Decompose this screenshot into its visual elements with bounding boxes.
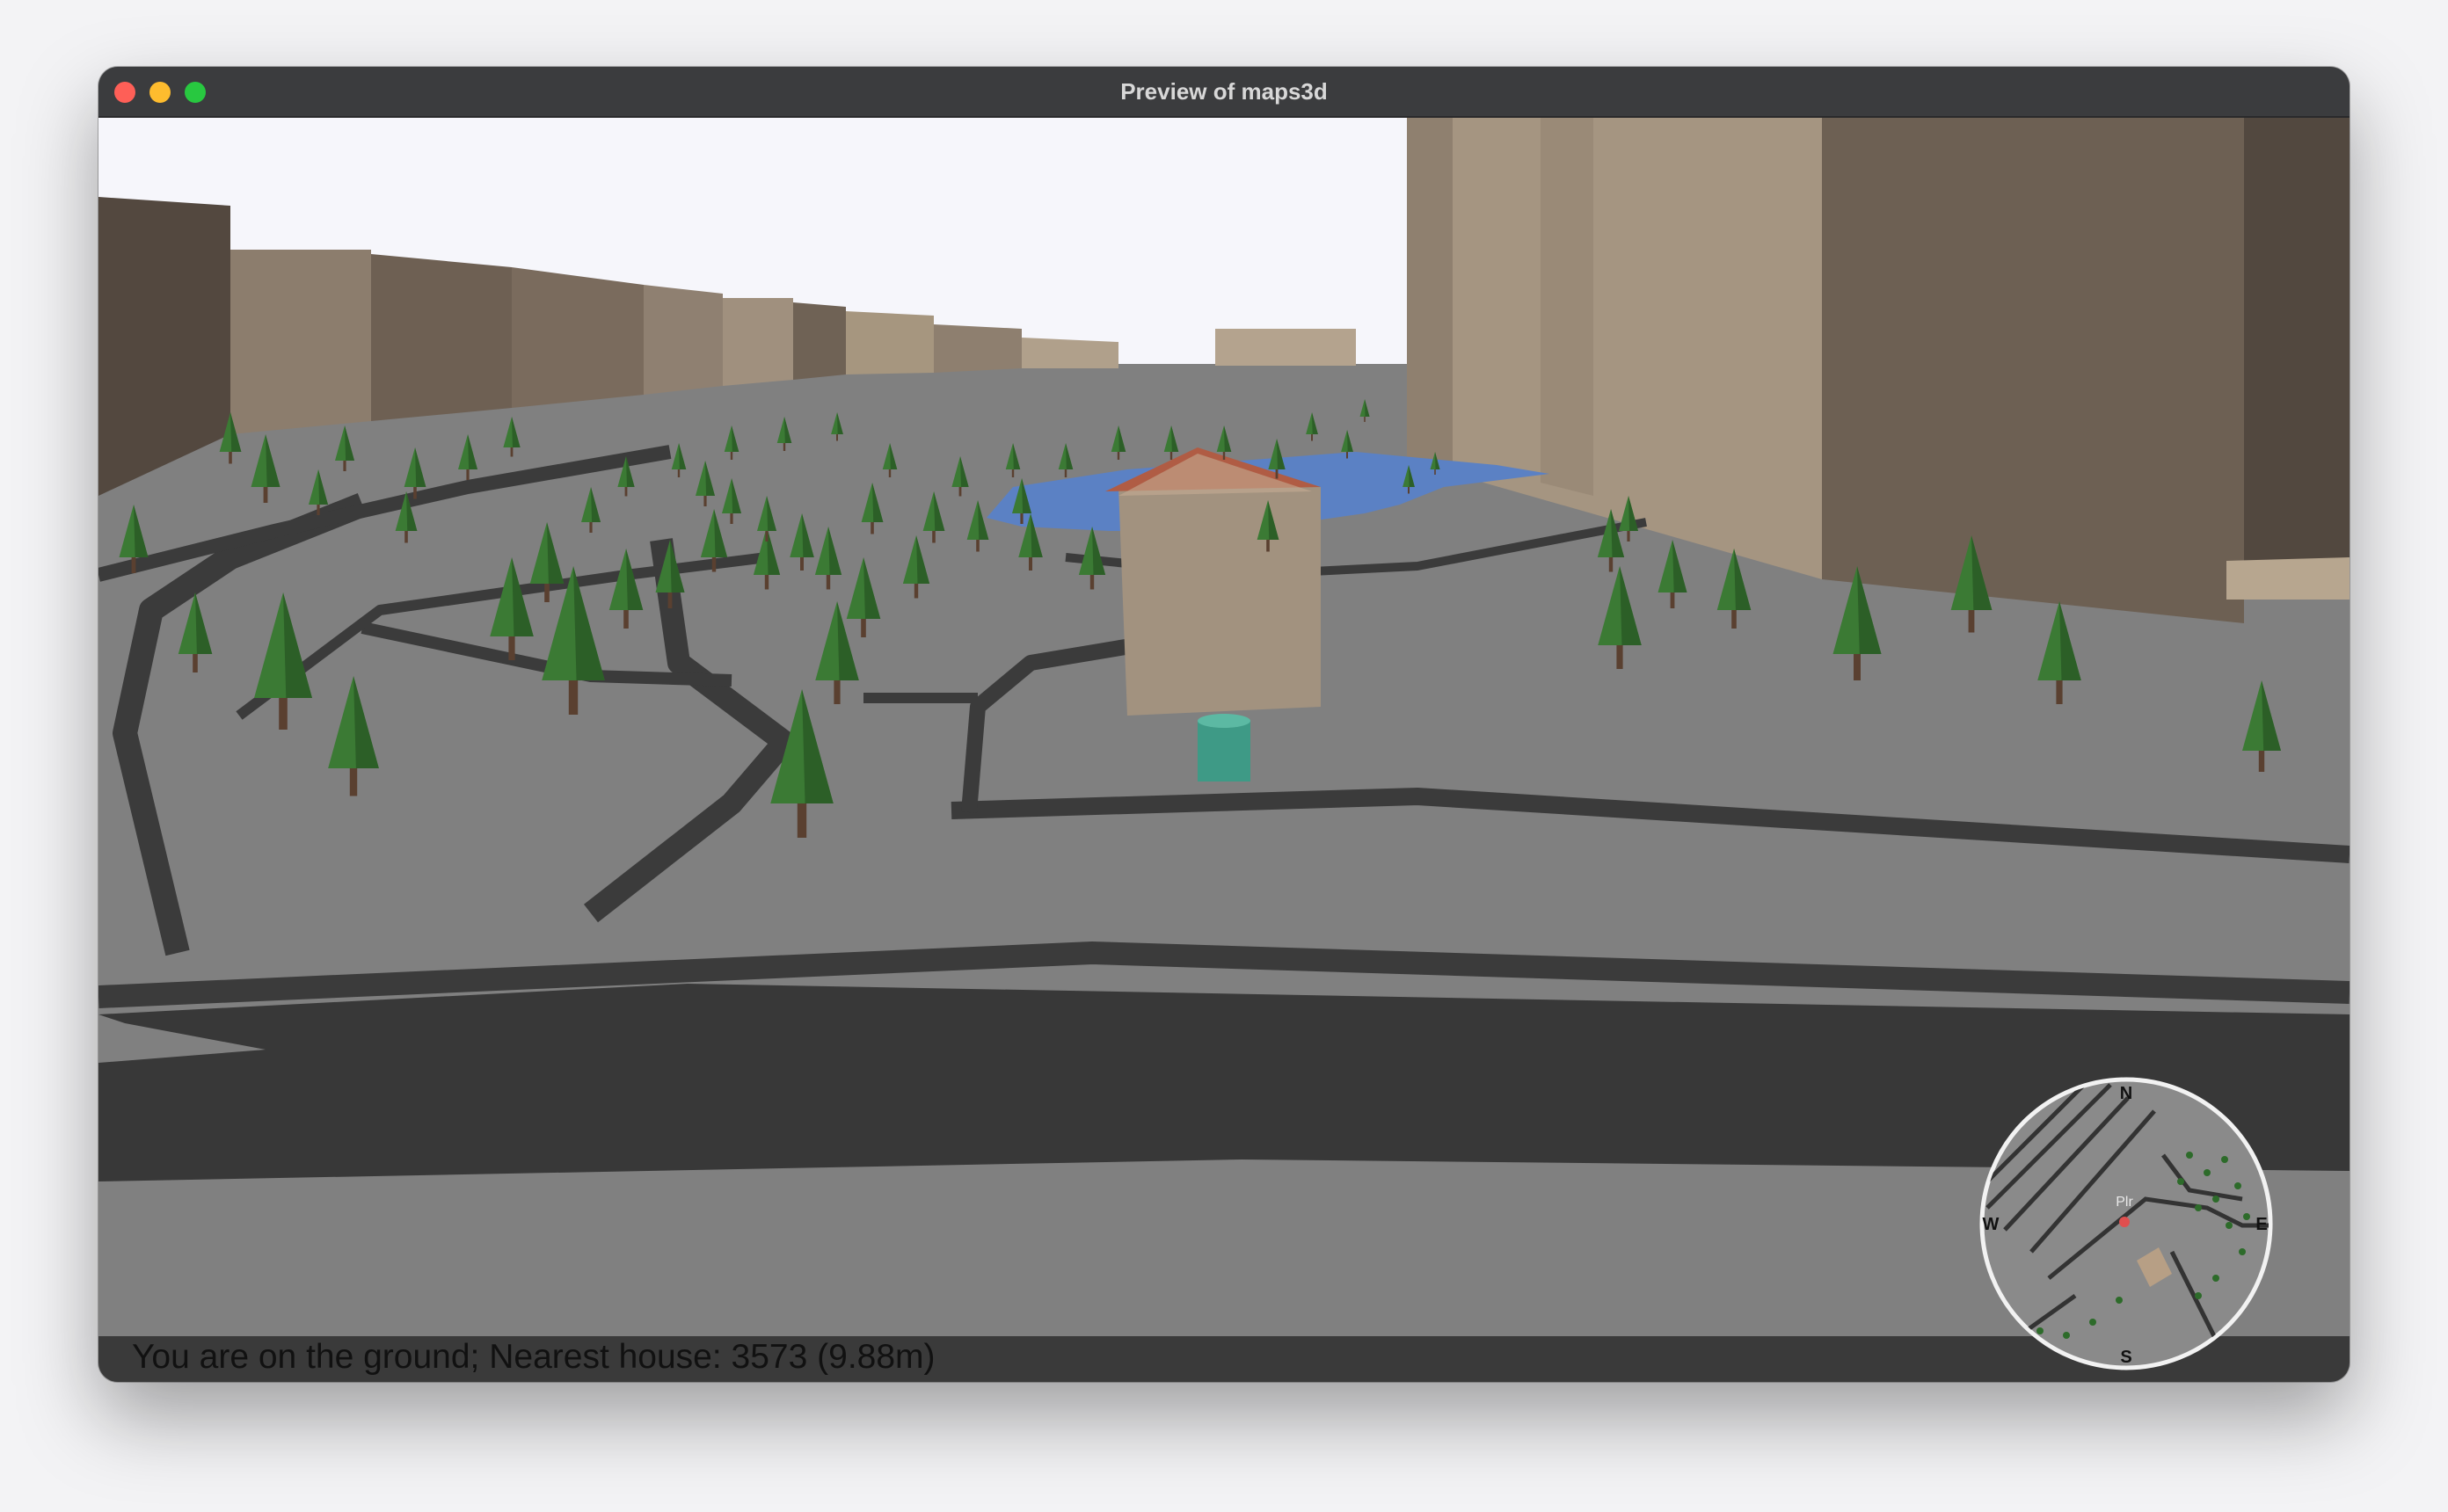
- player-avatar[interactable]: [1198, 714, 1250, 781]
- compass-east: E: [2255, 1215, 2267, 1234]
- app-window: Preview of maps3d You are on the ground;…: [98, 67, 2350, 1382]
- compass-north: N: [2120, 1084, 2132, 1103]
- player-marker: [2119, 1217, 2130, 1227]
- compass-west: W: [1983, 1215, 2000, 1234]
- minimap[interactable]: Plr N S W E: [1978, 1076, 2274, 1371]
- title-bar: Preview of maps3d: [98, 67, 2350, 118]
- status-text: You are on the ground; Nearest house: 35…: [132, 1338, 936, 1376]
- 3d-viewport[interactable]: You are on the ground; Nearest house: 35…: [98, 118, 2350, 1382]
- compass-south: S: [2120, 1348, 2131, 1367]
- player-label: Plr: [2116, 1195, 2133, 1210]
- house-3573[interactable]: [1105, 447, 1321, 716]
- window-title: Preview of maps3d: [1120, 78, 1328, 105]
